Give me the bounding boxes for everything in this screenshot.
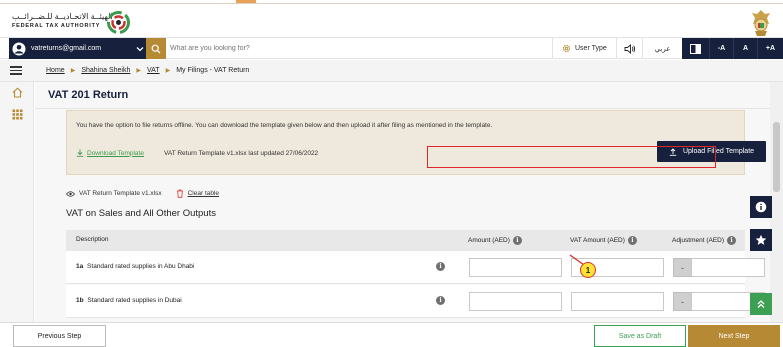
main-content: VAT 201 Return You have the option to fi… [35, 82, 770, 322]
row-code: 1b [76, 297, 84, 304]
search-input[interactable] [170, 41, 540, 56]
table-row: 1b Standard rated supplies in Dubai i - [66, 285, 765, 318]
breadcrumb-current: My Filings - VAT Return [176, 67, 250, 74]
gear-icon [562, 44, 571, 53]
header-description: Description [76, 236, 109, 243]
left-rail [0, 82, 34, 322]
user-icon [12, 42, 26, 55]
breadcrumb-separator-icon: ▶ [136, 68, 141, 74]
header-adjustment: Adjustment (AED) i [672, 236, 737, 245]
header-amount-label: Amount (AED) [468, 237, 510, 244]
download-template-label: Download Template [87, 149, 144, 157]
speaker-icon [624, 43, 635, 54]
download-icon [76, 149, 84, 157]
language-arabic-button[interactable]: عربي [642, 38, 682, 59]
fta-logo[interactable]: الهيئــة الاتحـاديــة للـضــرائــب FEDER… [12, 10, 132, 38]
adjustment-sign-button[interactable]: - [673, 292, 692, 311]
header-adjustment-label: Adjustment (AED) [672, 237, 725, 244]
favourite-side-button[interactable] [750, 229, 772, 251]
template-filename: VAT Return Template v1.xlsx [79, 190, 162, 197]
adjustment-sign-button[interactable]: - [673, 258, 692, 277]
font-increase-button[interactable]: +A [757, 38, 783, 59]
chevron-down-icon [136, 46, 144, 51]
contrast-icon [690, 43, 701, 54]
breadcrumb-separator-icon: ▶ [165, 68, 171, 74]
vat-amount-input[interactable] [571, 292, 664, 311]
breadcrumb-vat[interactable]: VAT [147, 67, 160, 74]
previous-step-button[interactable]: Previous Step [13, 325, 106, 347]
info-icon[interactable]: i [436, 296, 445, 305]
step-footer: Previous Step Save as Draft Next Step [0, 322, 783, 347]
font-normal-button[interactable]: A [733, 38, 757, 59]
header-description-label: Description [76, 236, 109, 243]
table-header: Description Amount (AED) i VAT Amount (A… [66, 230, 745, 251]
header-amount: Amount (AED) i [468, 236, 522, 245]
info-side-button[interactable] [750, 196, 772, 218]
star-icon [755, 234, 767, 245]
info-icon[interactable]: i [512, 236, 522, 245]
callout-badge: 1 [580, 262, 596, 278]
highlight-box [427, 146, 716, 168]
clear-table-label: Clear table [187, 190, 220, 197]
breadcrumb-bar: Home ▶ Shahina Sheikh ▶ VAT ▶ My Filings… [0, 60, 783, 82]
user-type-button[interactable]: User Type [552, 38, 616, 59]
scroll-thumb[interactable] [773, 122, 780, 192]
breadcrumb: Home ▶ Shahina Sheikh ▶ VAT ▶ My Filings… [46, 67, 249, 74]
template-info: VAT Return Template v1.xlsx last updated… [164, 150, 319, 157]
vat-return-page: الهيئــة الاتحـاديــة للـضــرائــب FEDER… [0, 0, 783, 347]
info-icon [755, 201, 767, 213]
amount-input[interactable] [469, 292, 562, 311]
info-icon[interactable]: i [436, 262, 445, 271]
download-template-link[interactable]: Download Template [76, 149, 144, 157]
adjustment-input[interactable] [691, 258, 765, 277]
info-icon[interactable]: i [627, 236, 637, 245]
row-label: 1a Standard rated supplies in Abu Dhabi [76, 263, 194, 270]
account-email: vatreturns@gmail.com [31, 45, 102, 52]
amount-input[interactable] [469, 258, 562, 277]
save-as-draft-button[interactable]: Save as Draft [594, 325, 686, 347]
search-button[interactable] [146, 38, 166, 59]
next-step-button[interactable]: Next Step [688, 325, 780, 347]
text-to-speech-button[interactable] [616, 38, 642, 59]
account-dropdown[interactable]: vatreturns@gmail.com [9, 38, 146, 59]
trash-icon [176, 189, 183, 198]
logo-text-ar: الهيئــة الاتحـاديــة للـضــرائــب [12, 12, 113, 21]
menu-icon[interactable] [10, 66, 22, 75]
user-type-label: User Type [575, 45, 607, 52]
chevrons-up-icon [757, 300, 765, 308]
section-title: VAT on Sales and All Other Outputs [66, 208, 216, 219]
row-label: 1b Standard rated supplies in Dubai [76, 297, 182, 304]
table-row: 1a Standard rated supplies in Abu Dhabi … [66, 251, 765, 284]
breadcrumb-user[interactable]: Shahina Sheikh [81, 67, 130, 74]
title-divider [35, 108, 770, 109]
home-icon[interactable] [12, 87, 23, 98]
page-title: VAT 201 Return [48, 89, 129, 101]
grid-icon[interactable] [12, 109, 23, 120]
clear-table-button[interactable]: Clear table [176, 189, 219, 198]
fta-logo-mark-icon [107, 11, 130, 34]
header-vat-amount-label: VAT Amount (AED) [570, 237, 625, 244]
row-code: 1a [76, 263, 84, 270]
notice-text: You have the option to file returns offl… [76, 122, 493, 129]
uae-emblem-icon [752, 10, 770, 36]
header-vat-amount: VAT Amount (AED) i [570, 236, 637, 245]
top-nav-bar: vatreturns@gmail.com User Type [0, 37, 783, 59]
info-icon[interactable]: i [727, 236, 737, 245]
font-decrease-button[interactable]: -A [709, 38, 733, 59]
row-description: Standard rated supplies in Dubai [87, 297, 182, 304]
file-row: VAT Return Template v1.xlsx Clear table [66, 189, 219, 198]
breadcrumb-home[interactable]: Home [46, 67, 65, 74]
eye-icon[interactable] [66, 190, 75, 197]
search-icon [151, 44, 161, 53]
row-description: Standard rated supplies in Abu Dhabi [87, 263, 195, 270]
scroll-top-button[interactable] [750, 293, 772, 315]
contrast-toggle-button[interactable] [682, 38, 709, 59]
logo-text-en: FEDERAL TAX AUTHORITY [12, 23, 101, 29]
logo-bar: الهيئــة الاتحـاديــة للـضــرائــب FEDER… [0, 4, 783, 38]
breadcrumb-separator-icon: ▶ [70, 68, 76, 74]
